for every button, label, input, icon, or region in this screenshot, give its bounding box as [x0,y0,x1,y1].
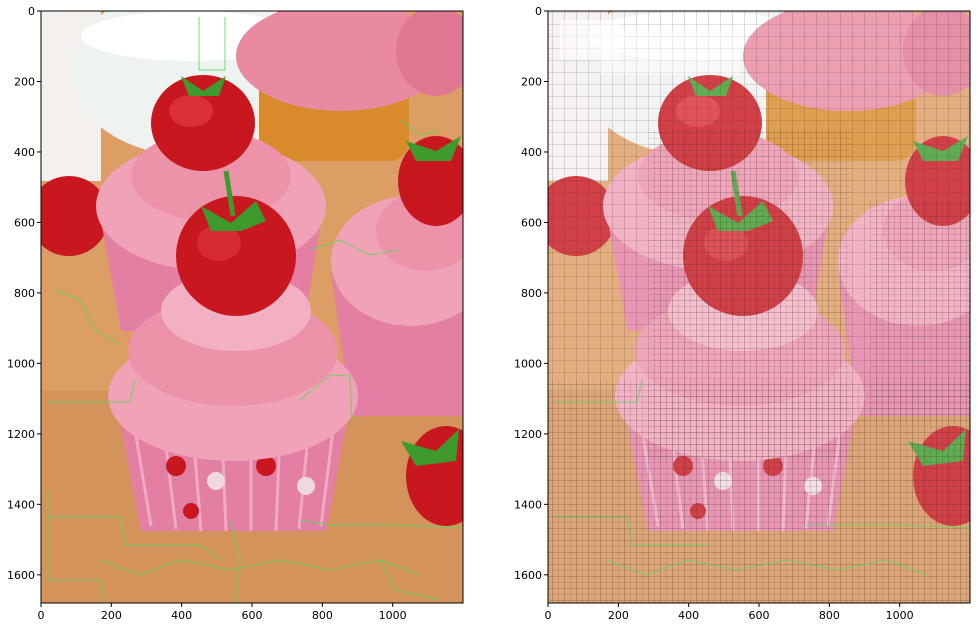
y-tick-label: 1400 [7,498,35,511]
x-tick-label: 800 [312,609,333,622]
y-tick-label: 0 [28,5,35,18]
y-tick-label: 1000 [7,357,35,370]
y-tick-label: 1200 [514,428,542,441]
y-tick-label: 200 [521,75,542,88]
x-tick-label: 1000 [886,609,914,622]
y-tick-label: 1400 [514,498,542,511]
x-tick-label: 400 [678,609,699,622]
y-tick-label: 400 [521,146,542,159]
x-tick-label: 0 [38,609,45,622]
y-tick-label: 600 [14,216,35,229]
x-tick-label: 0 [545,609,552,622]
quadtree-grid-panel [547,10,971,604]
x-tick-label: 200 [101,609,122,622]
y-tick-label: 1200 [7,428,35,441]
y-tick-label: 1000 [514,357,542,370]
y-tick-label: 800 [521,287,542,300]
x-tick-label: 400 [171,609,192,622]
segmentation-overlay-panel [40,10,464,604]
y-tick-label: 200 [14,75,35,88]
x-tick-label: 600 [749,609,770,622]
y-tick-label: 0 [535,5,542,18]
y-tick-label: 600 [521,216,542,229]
figure: 0 200 400 600 800 1000 0 200 400 600 800 1000 1200 14… [7,5,971,622]
y-tick-label: 1600 [7,569,35,582]
x-tick-label: 200 [608,609,629,622]
x-tick-label: 800 [819,609,840,622]
x-tick-label: 1000 [379,609,407,622]
x-tick-label: 600 [242,609,263,622]
y-tick-label: 400 [14,146,35,159]
y-tick-label: 800 [14,287,35,300]
y-tick-label: 1600 [514,569,542,582]
